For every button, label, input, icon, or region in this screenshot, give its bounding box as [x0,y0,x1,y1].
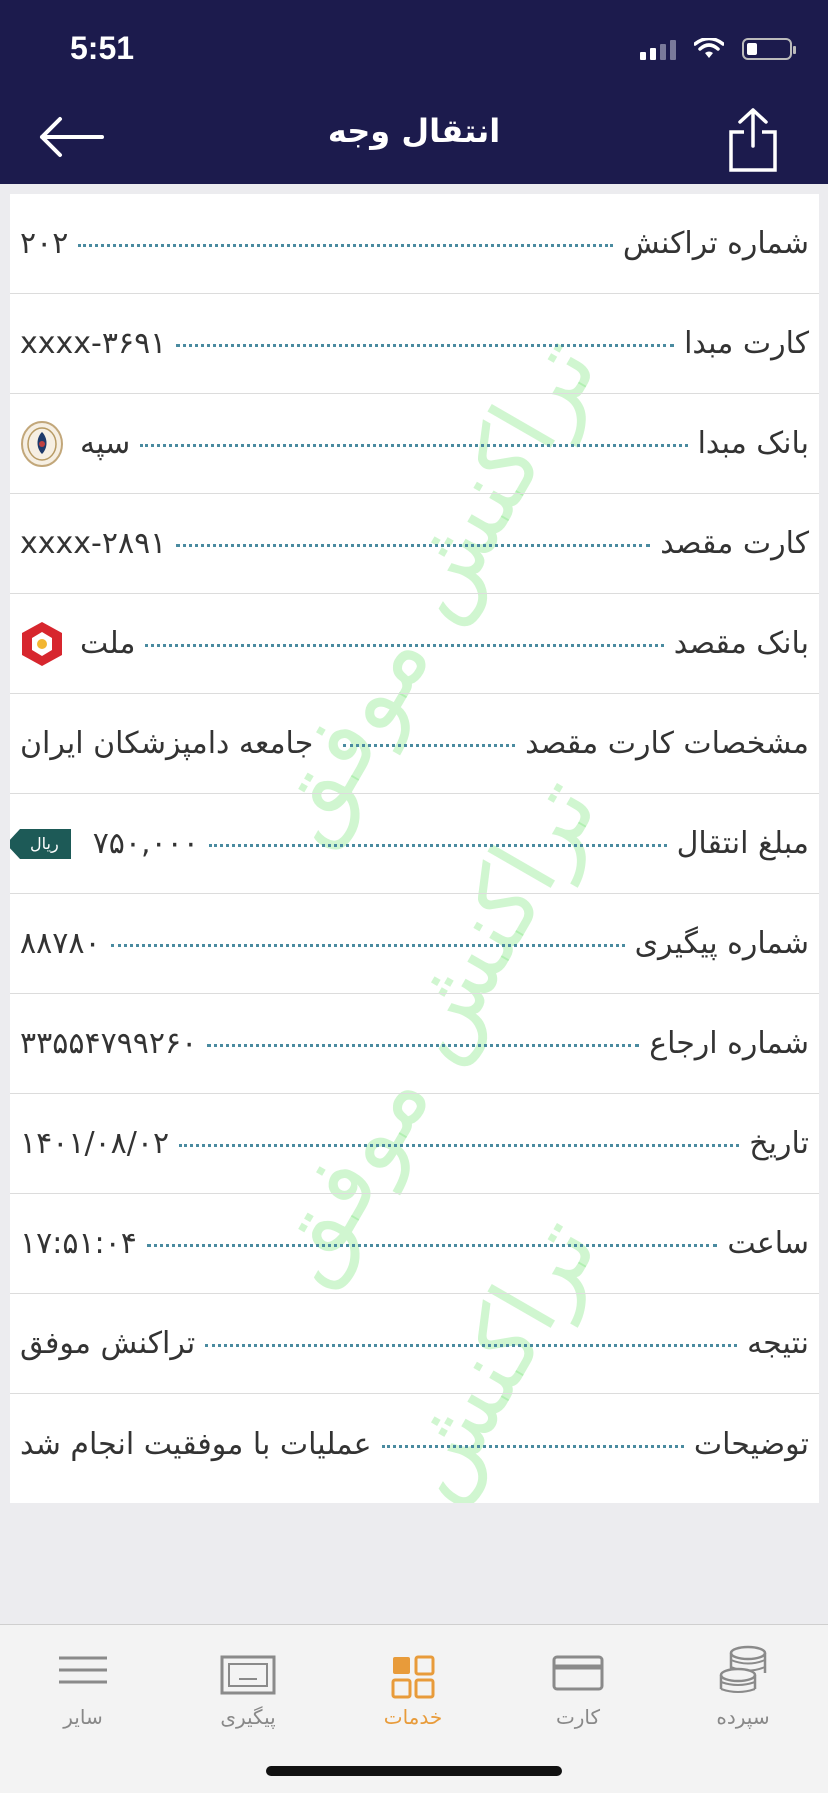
detail-label: شماره پیگیری [634,926,809,961]
battery-icon [742,38,796,60]
cellular-signal-icon [640,40,676,60]
currency-badge: ریال [10,828,71,859]
detail-row-transaction-number: شماره تراکنش ۲۰۲ [10,194,819,294]
card-icon [552,1655,604,1691]
detail-value: عملیات با موفقیت انجام شد [20,1426,372,1462]
dotted-leader [140,444,688,447]
home-indicator [266,1766,562,1776]
detail-row-reference-number: شماره ارجاع ۳۳۵۵۴۷۹۹۲۶۰ [10,994,819,1094]
tab-label: کارت [555,1705,601,1729]
share-button[interactable] [728,106,778,172]
detail-value-group: ملت [20,620,135,668]
detail-row-destination-card-owner: مشخصات کارت مقصد جامعه دامپزشکان ایران [10,694,819,794]
detail-value: ۱۷:۵۱:۰۴ [20,1226,137,1261]
tab-deposit[interactable]: سپرده [663,1625,823,1765]
tab-other[interactable]: سایر [3,1625,163,1765]
dotted-leader [208,844,667,847]
menu-icon [59,1656,107,1684]
detail-row-source-bank: بانک مبدا سپه [10,394,819,494]
mellat-bank-logo-icon [22,621,62,666]
dotted-leader [146,1244,718,1247]
detail-row-date: تاریخ ۱۴۰۱/۰۸/۰۲ [10,1094,819,1194]
tab-tracking[interactable]: پیگیری [168,1625,328,1765]
tab-label: خدمات [383,1705,443,1729]
detail-label: نتیجه [747,1326,809,1361]
tracking-icon [220,1655,276,1695]
dotted-leader [145,644,664,647]
services-grid-icon [391,1655,435,1699]
detail-value: ۱۴۰۱/۰۸/۰۲ [20,1126,170,1161]
detail-value-group: ۷۵۰,۰۰۰ ریال [10,826,199,861]
tab-label: سپرده [716,1705,770,1729]
detail-label: بانک مبدا [697,426,809,461]
detail-row-amount: مبلغ انتقال ۷۵۰,۰۰۰ ریال [10,794,819,894]
detail-value: تراکنش موفق [20,1326,196,1361]
dotted-leader [176,544,651,547]
page-title: انتقال وجه [327,112,501,150]
detail-row-time: ساعت ۱۷:۵۱:۰۴ [10,1194,819,1294]
app-header: 5:51 انتقال وجه [0,0,828,184]
dotted-leader [381,1444,684,1448]
detail-value: ملت [80,626,136,661]
dotted-leader [110,944,625,947]
detail-label: کارت مقصد [660,526,809,561]
detail-label: تاریخ [749,1126,809,1161]
wifi-icon [694,38,724,58]
detail-value-group: سپه [20,420,130,468]
dotted-leader [179,1144,740,1147]
detail-label: شماره تراکنش [622,226,809,261]
detail-label: مشخصات کارت مقصد [525,726,809,761]
detail-row-result: نتیجه تراکنش موفق [10,1294,819,1394]
detail-value: xxxx-۲۸۹۱ [20,526,167,561]
detail-row-tracking-number: شماره پیگیری ۸۸۷۸۰ [10,894,819,994]
receipt-card: تراکنش موفق تراکنش موفق تراکنش موفق شمار… [10,194,819,1503]
status-time: 5:51 [70,30,135,66]
detail-label: مبلغ انتقال [676,826,809,861]
tab-card[interactable]: کارت [498,1625,658,1765]
tab-services[interactable]: خدمات [333,1625,493,1765]
detail-row-destination-card: کارت مقصد xxxx-۲۸۹۱ [10,494,819,594]
detail-row-description: توضیحات عملیات با موفقیت انجام شد [10,1394,819,1494]
detail-value: ۲۰۲ [20,226,69,261]
detail-value: xxxx-۳۶۹۱ [20,326,167,361]
dotted-leader [176,344,675,347]
tab-label: سایر [63,1705,103,1729]
dotted-leader [205,1344,738,1347]
detail-value: جامعه دامپزشکان ایران [20,726,314,761]
detail-label: توضیحات [693,1426,809,1462]
detail-label: بانک مقصد [673,626,809,661]
detail-value: ۷۵۰,۰۰۰ [92,826,199,861]
detail-label: کارت مبدا [684,326,809,361]
tab-label: پیگیری [220,1705,276,1729]
detail-label: ساعت [727,1226,809,1261]
detail-label: شماره ارجاع [649,1026,809,1061]
dotted-leader [78,244,613,247]
detail-value: ۳۳۵۵۴۷۹۹۲۶۰ [20,1026,198,1061]
detail-row-destination-bank: بانک مقصد ملت [10,594,819,694]
detail-row-source-card: کارت مبدا xxxx-۳۶۹۱ [10,294,819,394]
coins-icon [719,1645,767,1693]
detail-value: ۸۸۷۸۰ [20,926,101,961]
detail-value: سپه [80,426,131,461]
dotted-leader [343,744,516,747]
status-icons [640,38,796,60]
dotted-leader [207,1044,640,1047]
sepah-bank-logo-icon [21,420,63,467]
